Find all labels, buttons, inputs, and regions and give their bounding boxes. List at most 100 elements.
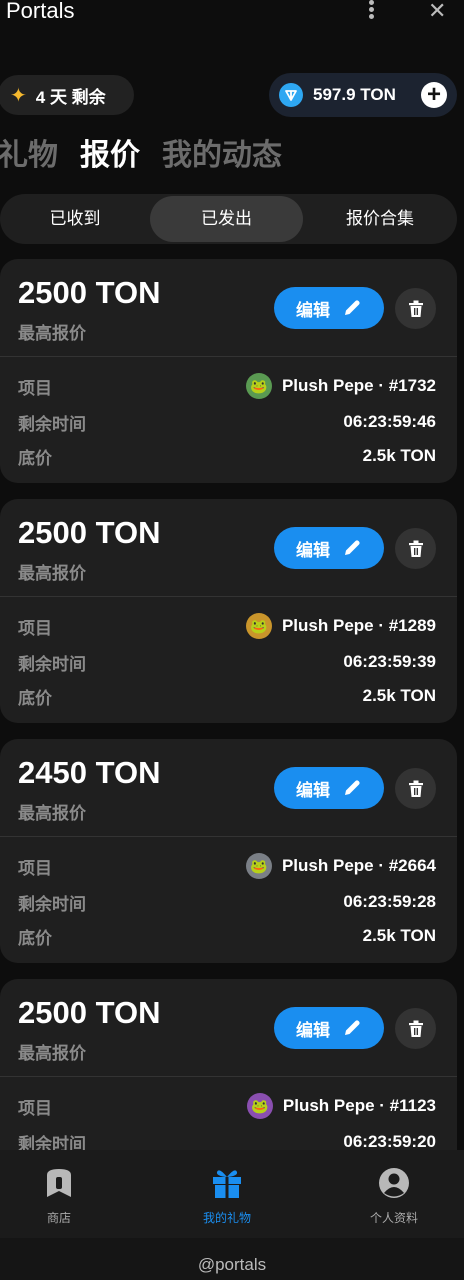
offer-price: 2450 TON [18,755,161,790]
item-row: 项目 🐸 Plush Pepe · #1123 [18,1093,436,1119]
balance-amount: 597.9 TON [313,85,396,104]
delete-offer-button[interactable] [395,768,436,809]
floor-row: 底价 2.5k TON [18,444,436,468]
trash-icon [408,780,423,797]
time-left-label: 剩余时间 [18,654,86,674]
item-label: 项目 [18,858,52,878]
item-name[interactable]: Plush Pepe · #1732 [282,376,436,396]
tab-my-gifts-label: 我的礼物 [202,1211,251,1225]
time-left-value: 06:23:59:28 [343,892,436,911]
edit-label: 编辑 [296,1020,330,1040]
item-label: 项目 [18,378,52,398]
pencil-icon [345,300,360,315]
highest-offer-label: 最高报价 [18,1044,86,1063]
floor-value: 2.5k TON [362,926,436,945]
edit-offer-button[interactable]: 编辑 [274,287,384,329]
plus-icon[interactable]: + [421,82,447,108]
more-vertical-icon[interactable] [362,0,380,24]
days-remaining-text: 4 天 剩余 [35,87,106,107]
item-row: 项目 🐸 Plush Pepe · #2664 [18,853,436,879]
offer-card[interactable]: 2500 TON 最高报价 编辑 项目 🐸 Plush Pepe · #1732… [0,259,457,483]
edit-offer-button[interactable]: 编辑 [274,527,384,569]
offer-card[interactable]: 2500 TON 最高报价 编辑 项目 🐸 Plush Pepe · #1289… [0,499,457,723]
tab-profile[interactable]: 个人资料 [339,1166,449,1226]
trash-icon [408,300,423,317]
footer-handle: @portals [0,1238,464,1280]
time-left-value: 06:23:59:39 [343,652,436,671]
time-left-label: 剩余时间 [18,414,86,434]
segment-offer-collections[interactable]: 报价合集 [303,194,457,244]
app-title: Portals [6,0,75,23]
store-icon [4,1166,114,1200]
item-name[interactable]: Plush Pepe · #1289 [282,616,436,636]
edit-label: 编辑 [296,300,330,320]
tab-store-label: 商店 [46,1211,71,1225]
main-tabs: 礼物 报价 我的动态 [0,130,282,174]
tab-my-activity[interactable]: 我的动态 [162,130,282,174]
offer-price: 2500 TON [18,995,161,1030]
offer-direction-segmented: 已收到 已发出 报价合集 [0,194,457,244]
offer-price: 2500 TON [18,275,161,310]
time-left-row: 剩余时间 06:23:59:46 [18,410,436,434]
highest-offer-label: 最高报价 [18,324,86,343]
item-label: 项目 [18,618,52,638]
tab-gifts[interactable]: 礼物 [0,130,58,174]
highest-offer-label: 最高报价 [18,564,86,583]
balance-button[interactable]: 597.9 TON + [269,73,457,117]
card-divider [0,356,457,357]
segment-sent[interactable]: 已发出 [150,196,303,242]
gift-avatar: 🐸 [246,1093,273,1119]
delete-offer-button[interactable] [395,528,436,569]
card-divider [0,596,457,597]
trash-icon [408,1020,423,1037]
gift-avatar: 🐸 [245,373,272,399]
days-remaining-badge[interactable]: ✦ 4 天 剩余 [0,75,134,115]
time-left-label: 剩余时间 [18,894,86,914]
floor-value: 2.5k TON [362,686,436,705]
highest-offer-label: 最高报价 [18,804,86,823]
ton-icon [279,83,303,107]
star-icon: ✦ [10,84,27,107]
close-icon[interactable]: ✕ [428,0,446,23]
tab-offers[interactable]: 报价 [80,130,140,174]
card-divider [0,836,457,837]
title-bar: Portals ✕ [0,0,464,26]
item-name[interactable]: Plush Pepe · #2664 [282,856,436,876]
gift-icon [172,1166,282,1200]
gift-avatar: 🐸 [245,853,272,879]
time-left-value: 06:23:59:20 [343,1132,436,1151]
pencil-icon [345,540,360,555]
edit-label: 编辑 [296,780,330,800]
floor-value: 2.5k TON [362,446,436,465]
floor-row: 底价 2.5k TON [18,684,436,708]
segment-received[interactable]: 已收到 [0,194,150,244]
tab-store[interactable]: 商店 [4,1166,114,1226]
item-row: 项目 🐸 Plush Pepe · #1732 [18,373,436,399]
floor-row: 底价 2.5k TON [18,924,436,948]
floor-label: 底价 [18,688,52,708]
delete-offer-button[interactable] [395,288,436,329]
offer-price: 2500 TON [18,515,161,550]
edit-offer-button[interactable]: 编辑 [274,1007,384,1049]
pencil-icon [345,780,360,795]
offer-card[interactable]: 2450 TON 最高报价 编辑 项目 🐸 Plush Pepe · #2664… [0,739,457,963]
card-divider [0,1076,457,1077]
edit-offer-button[interactable]: 编辑 [274,767,384,809]
time-left-row: 剩余时间 06:23:59:28 [18,890,436,914]
item-name[interactable]: Plush Pepe · #1123 [283,1096,436,1116]
edit-label: 编辑 [296,540,330,560]
time-left-value: 06:23:59:46 [343,412,436,431]
item-row: 项目 🐸 Plush Pepe · #1289 [18,613,436,639]
bottom-tab-bar: 商店 我的礼物 个人资料 [0,1150,464,1238]
tab-profile-label: 个人资料 [369,1211,418,1225]
item-label: 项目 [18,1098,52,1118]
delete-offer-button[interactable] [395,1008,436,1049]
time-left-row: 剩余时间 06:23:59:39 [18,650,436,674]
trash-icon [408,540,423,557]
floor-label: 底价 [18,928,52,948]
gift-avatar: 🐸 [245,613,272,639]
floor-label: 底价 [18,448,52,468]
pencil-icon [345,1020,360,1035]
profile-icon [339,1166,449,1200]
tab-my-gifts[interactable]: 我的礼物 [172,1166,282,1226]
